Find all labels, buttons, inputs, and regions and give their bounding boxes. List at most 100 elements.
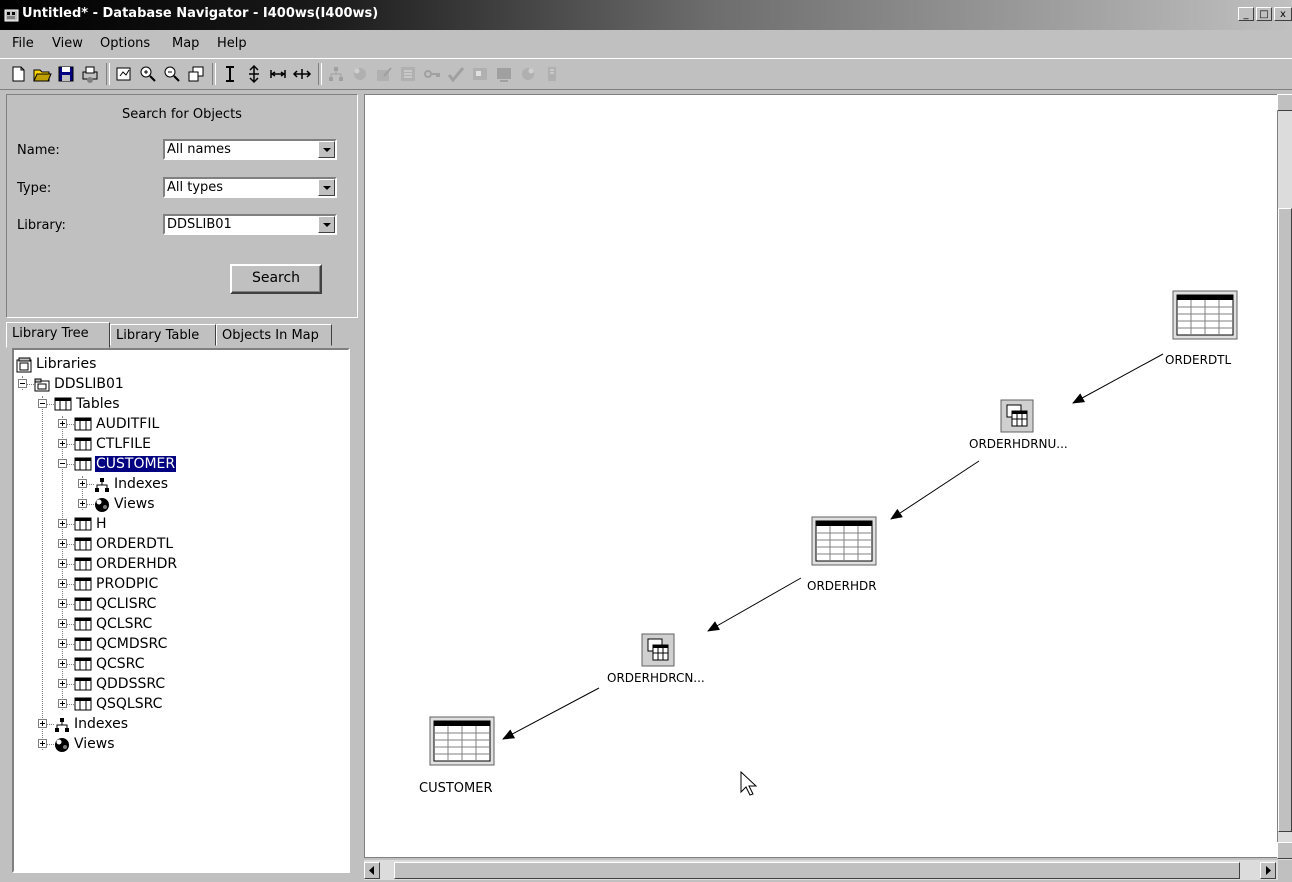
title-bar: Untitled* - Database Navigator - I400ws(… — [0, 0, 1292, 30]
name-label: Name: — [17, 143, 60, 158]
type-combo[interactable]: All types — [163, 177, 337, 198]
show-journals-icon[interactable] — [398, 64, 418, 84]
show-keys-icon[interactable] — [422, 64, 442, 84]
relationship-arrow — [707, 577, 802, 632]
refresh-map-icon[interactable] — [114, 64, 134, 84]
chevron-down-icon[interactable] — [318, 179, 335, 196]
expand-icon[interactable] — [58, 559, 67, 568]
menu-view[interactable]: View — [52, 36, 83, 51]
show-types-icon[interactable] — [518, 64, 538, 84]
expand-icon[interactable] — [38, 719, 47, 728]
expand-icon[interactable] — [58, 519, 67, 528]
menu-options[interactable]: Options — [100, 36, 150, 51]
window-title: Untitled* - Database Navigator - I400ws(… — [22, 6, 379, 21]
horizontal-center-icon[interactable] — [292, 64, 312, 84]
tab-objects-in-map[interactable]: Objects In Map — [216, 324, 332, 346]
print-icon[interactable] — [80, 64, 100, 84]
expand-icon[interactable] — [38, 739, 47, 748]
chevron-down-icon[interactable] — [318, 216, 335, 233]
show-constraints-icon[interactable] — [374, 64, 394, 84]
library-icon — [34, 378, 50, 392]
table-icon — [74, 417, 92, 431]
collapse-icon[interactable] — [58, 459, 67, 468]
expand-icon[interactable] — [78, 479, 87, 488]
show-packages-icon[interactable] — [542, 64, 562, 84]
chevron-down-icon[interactable] — [318, 141, 335, 158]
search-heading: Search for Objects — [122, 107, 242, 122]
tree-label: ORDERHDR — [96, 556, 178, 572]
show-indexes-icon[interactable] — [326, 64, 346, 84]
show-functions-icon[interactable] — [494, 64, 514, 84]
map-node-customer-label: CUSTOMER — [419, 781, 493, 796]
search-button[interactable]: Search — [230, 264, 322, 294]
scroll-down-icon[interactable] — [1277, 842, 1292, 859]
show-procedures-icon[interactable] — [470, 64, 490, 84]
expand-icon[interactable] — [58, 659, 67, 668]
collapse-icon[interactable] — [18, 379, 27, 388]
scroll-up-icon[interactable] — [1277, 94, 1292, 111]
index-icon — [55, 718, 69, 732]
expand-icon[interactable] — [58, 419, 67, 428]
expand-icon[interactable] — [58, 539, 67, 548]
minimize-button[interactable]: _ — [1238, 7, 1254, 21]
collapse-icon[interactable] — [38, 399, 47, 408]
splitter[interactable] — [358, 94, 362, 880]
menu-help[interactable]: Help — [217, 36, 247, 51]
vertical-scroll-thumb[interactable] — [1278, 208, 1292, 832]
relationship-arrow — [1072, 353, 1164, 404]
tree-label: QCLSRC — [96, 616, 153, 632]
name-combo-value: All names — [167, 142, 231, 157]
close-button[interactable]: x — [1274, 7, 1292, 21]
expand-icon[interactable] — [78, 499, 87, 508]
open-icon[interactable] — [32, 64, 52, 84]
vertical-layout-icon[interactable] — [220, 64, 240, 84]
expand-icon[interactable] — [58, 639, 67, 648]
horizontal-layout-icon[interactable] — [268, 64, 288, 84]
tree-label: QDDSSRC — [96, 676, 166, 692]
relationship-arrow — [890, 460, 980, 520]
tree-label: AUDITFIL — [96, 416, 160, 432]
table-icon — [74, 537, 92, 551]
fit-to-window-icon[interactable] — [186, 64, 206, 84]
vertical-scrollbar[interactable] — [1277, 94, 1292, 860]
logical-file-icon[interactable] — [1000, 399, 1034, 433]
name-combo[interactable]: All names — [163, 139, 337, 160]
tab-library-table[interactable]: Library Table — [110, 324, 216, 346]
library-combo[interactable]: DDSLIB01 — [163, 214, 337, 235]
expand-icon[interactable] — [58, 599, 67, 608]
menu-map[interactable]: Map — [172, 36, 199, 51]
menu-file[interactable]: File — [12, 36, 34, 51]
table-node-icon[interactable] — [811, 516, 877, 566]
map-node-orderhdr-label: ORDERHDR — [807, 579, 877, 593]
horizontal-scroll-thumb[interactable] — [394, 862, 1240, 879]
tree-label: Libraries — [36, 356, 97, 372]
show-triggers-icon[interactable] — [446, 64, 466, 84]
library-combo-value: DDSLIB01 — [167, 217, 232, 232]
save-icon[interactable] — [56, 64, 76, 84]
map-canvas[interactable]: ORDERDTL ORDERHDRNU... ORDERHDR ORDERHDR… — [364, 94, 1278, 858]
maximize-button[interactable]: □ — [1256, 7, 1272, 21]
scroll-left-icon[interactable] — [364, 862, 380, 879]
tree-label: QSQLSRC — [96, 696, 163, 712]
expand-icon[interactable] — [58, 439, 67, 448]
horizontal-scrollbar[interactable] — [364, 860, 1278, 880]
logical-file-icon[interactable] — [641, 633, 675, 667]
scroll-right-icon[interactable] — [1260, 862, 1276, 879]
zoom-in-icon[interactable] — [138, 64, 158, 84]
tree-label: ORDERDTL — [96, 536, 174, 552]
expand-icon[interactable] — [58, 619, 67, 628]
vertical-center-icon[interactable] — [244, 64, 264, 84]
zoom-out-icon[interactable] — [162, 64, 182, 84]
tree-label: CUSTOMER — [95, 456, 177, 472]
type-combo-value: All types — [167, 180, 224, 195]
table-node-icon[interactable] — [1172, 290, 1238, 340]
show-views-icon[interactable] — [350, 64, 370, 84]
expand-icon[interactable] — [58, 579, 67, 588]
app-icon — [4, 9, 19, 22]
expand-icon[interactable] — [58, 679, 67, 688]
table-node-icon[interactable] — [429, 716, 495, 766]
new-icon[interactable] — [8, 64, 28, 84]
tree-label: PRODPIC — [96, 576, 159, 592]
tab-library-tree[interactable]: Library Tree — [6, 322, 110, 348]
expand-icon[interactable] — [58, 699, 67, 708]
